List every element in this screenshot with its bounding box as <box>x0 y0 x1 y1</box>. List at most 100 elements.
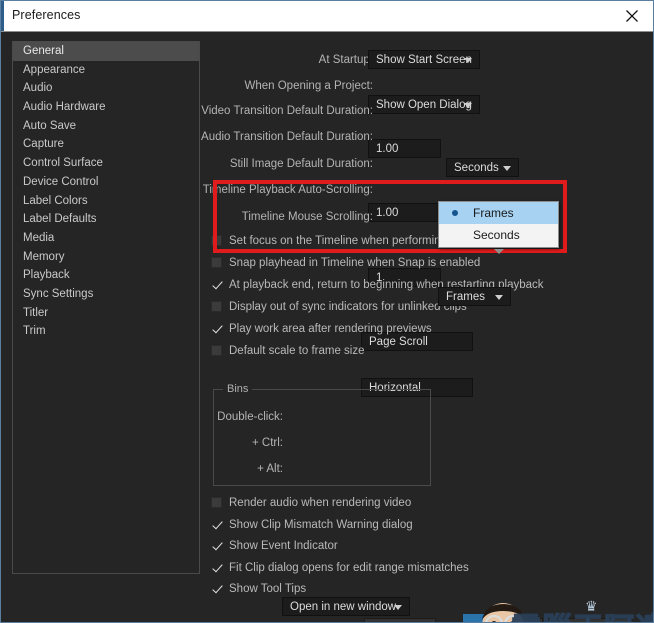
sidebar-item-general[interactable]: General <box>13 42 199 61</box>
dropdown-option-frames[interactable]: Frames <box>439 202 558 224</box>
dropdown-option-seconds[interactable]: Seconds <box>439 224 558 246</box>
combo-when-opening-project-value: Show Open Dialog <box>376 98 472 111</box>
chevron-down-icon <box>464 102 472 108</box>
checkbox-row-snap-playhead[interactable]: Snap playhead in Timeline when Snap is e… <box>211 254 480 271</box>
checkbox-label: Show Event Indicator <box>229 539 338 552</box>
row-at-startup: At Startup: <box>201 50 373 69</box>
combo-at-startup-value: Show Start Screen <box>376 53 472 66</box>
checkbox-row-show-tool-tips[interactable]: Show Tool Tips <box>211 580 306 597</box>
checkbox-row-default-scale-frame-size[interactable]: Default scale to frame size <box>211 342 365 359</box>
row-video-transition-duration: Video Transition Default Duration: <box>201 101 373 120</box>
row-timeline-auto-scrolling: Timeline Playback Auto-Scrolling: <box>201 180 373 199</box>
dropdown-scroll-down-icon[interactable] <box>494 249 504 254</box>
label-video-transition-duration: Video Transition Default Duration: <box>201 104 373 117</box>
sidebar-item-titler[interactable]: Titler <box>13 304 199 323</box>
row-timeline-mouse-scrolling: Timeline Mouse Scrolling: <box>201 207 373 226</box>
combo-video-transition-units[interactable]: Seconds <box>446 158 519 177</box>
checkbox-icon[interactable] <box>211 345 222 356</box>
input-video-transition-duration-value: 1.00 <box>376 142 399 155</box>
checkbox-icon-checked[interactable] <box>211 583 222 594</box>
settings-pane: At Startup: Show Start Screen When Openi… <box>201 32 651 622</box>
checkbox-icon[interactable] <box>211 301 222 312</box>
sidebar-item-trim[interactable]: Trim <box>13 322 199 341</box>
units-dropdown-popup[interactable]: Frames Seconds <box>438 201 559 248</box>
sidebar-item-label-colors[interactable]: Label Colors <box>13 192 199 211</box>
label-at-startup: At Startup: <box>318 53 373 66</box>
combo-still-image-units[interactable]: Frames <box>438 287 511 306</box>
sidebar-item-control-surface[interactable]: Control Surface <box>13 154 199 173</box>
row-when-opening-project: When Opening a Project: <box>201 76 374 95</box>
row-bins-ctrl: + Ctrl: <box>213 433 283 452</box>
checkbox-row-clip-mismatch-warning[interactable]: Show Clip Mismatch Warning dialog <box>211 516 413 533</box>
combo-bins-double-click-value: Open in new window <box>290 600 397 613</box>
dropdown-option-frames-label: Frames <box>473 206 514 220</box>
close-icon <box>626 10 638 22</box>
close-button[interactable] <box>609 1 653 31</box>
checkbox-label: Render audio when rendering video <box>229 496 412 509</box>
checkbox-row-render-audio[interactable]: Render audio when rendering video <box>211 494 411 511</box>
dropdown-option-seconds-label: Seconds <box>473 228 520 242</box>
radio-selected-icon <box>452 210 458 216</box>
checkbox-row-out-of-sync-indicators[interactable]: Display out of sync indicators for unlin… <box>211 298 467 315</box>
sidebar-item-appearance[interactable]: Appearance <box>13 61 199 80</box>
checkbox-label: Show Clip Mismatch Warning dialog <box>229 518 413 531</box>
sidebar-item-media[interactable]: Media <box>13 229 199 248</box>
label-when-opening-project: When Opening a Project: <box>244 79 374 92</box>
checkbox-icon[interactable] <box>211 257 222 268</box>
sidebar-item-label-defaults[interactable]: Label Defaults <box>13 210 199 229</box>
combo-timeline-auto-scrolling-value: Page Scroll <box>369 335 428 348</box>
combo-still-image-units-value: Frames <box>446 290 485 303</box>
label-bins-alt: + Alt: <box>257 462 283 475</box>
label-bins-ctrl: + Ctrl: <box>252 436 283 449</box>
chevron-down-icon <box>503 165 511 171</box>
checkbox-row-show-event-indicator[interactable]: Show Event Indicator <box>211 537 338 554</box>
sidebar-item-sync-settings[interactable]: Sync Settings <box>13 285 199 304</box>
row-still-image-duration: Still Image Default Duration: <box>201 154 373 173</box>
checkbox-label: Fit Clip dialog opens for edit range mis… <box>229 561 469 574</box>
checkbox-icon-checked[interactable] <box>211 562 222 573</box>
combo-when-opening-project[interactable]: Show Open Dialog <box>368 95 480 114</box>
checkbox-icon-checked[interactable] <box>211 279 222 290</box>
checkbox-row-fit-clip-dialog[interactable]: Fit Clip dialog opens for edit range mis… <box>211 559 469 576</box>
label-timeline-auto-scrolling: Timeline Playback Auto-Scrolling: <box>202 183 373 196</box>
ok-button[interactable]: OK <box>557 618 629 622</box>
sidebar-item-capture[interactable]: Capture <box>13 135 199 154</box>
combo-at-startup[interactable]: Show Start Screen <box>368 50 480 69</box>
row-bins-double-click: Double-click: <box>213 407 283 426</box>
combo-bins-double-click[interactable]: Open in new window <box>282 597 410 616</box>
sidebar-item-audio[interactable]: Audio <box>13 79 199 98</box>
preferences-window: Preferences General Appearance Audio Aud… <box>0 0 654 623</box>
category-sidebar[interactable]: General Appearance Audio Audio Hardware … <box>12 41 200 574</box>
titlebar-accent <box>1 1 4 31</box>
label-audio-transition-duration: Audio Transition Default Duration: <box>201 130 373 143</box>
checkbox-icon-checked[interactable] <box>211 323 222 334</box>
help-button[interactable]: Help <box>364 618 436 622</box>
cancel-button[interactable]: Cancel <box>471 618 543 622</box>
input-audio-transition-duration[interactable]: 1.00 <box>368 203 441 222</box>
label-bins-double-click: Double-click: <box>217 410 283 423</box>
checkbox-label: Play work area after rendering previews <box>229 322 432 335</box>
checkbox-icon-checked[interactable] <box>211 540 222 551</box>
chevron-down-icon <box>394 604 402 610</box>
checkbox-icon-checked[interactable] <box>211 519 222 530</box>
sidebar-item-audio-hardware[interactable]: Audio Hardware <box>13 98 199 117</box>
sidebar-item-memory[interactable]: Memory <box>13 248 199 267</box>
sidebar-item-playback[interactable]: Playback <box>13 266 199 285</box>
combo-video-transition-units-value: Seconds <box>454 161 499 174</box>
sidebar-item-auto-save[interactable]: Auto Save <box>13 117 199 136</box>
checkbox-label: Default scale to frame size <box>229 344 365 357</box>
bins-legend: Bins <box>223 383 253 395</box>
checkbox-label: Snap playhead in Timeline when Snap is e… <box>229 256 481 269</box>
checkbox-row-play-work-area[interactable]: Play work area after rendering previews <box>211 320 432 337</box>
dialog-body: General Appearance Audio Audio Hardware … <box>1 32 653 622</box>
input-audio-transition-duration-value: 1.00 <box>376 206 399 219</box>
row-bins-alt: + Alt: <box>213 459 283 478</box>
checkbox-icon[interactable] <box>211 497 222 508</box>
title-bar: Preferences <box>1 1 653 32</box>
checkbox-icon[interactable] <box>211 235 222 246</box>
checkbox-label: Display out of sync indicators for unlin… <box>229 300 467 313</box>
input-video-transition-duration[interactable]: 1.00 <box>368 139 441 158</box>
sidebar-item-device-control[interactable]: Device Control <box>13 173 199 192</box>
checkbox-label: Show Tool Tips <box>229 582 307 595</box>
chevron-down-icon <box>464 57 472 63</box>
